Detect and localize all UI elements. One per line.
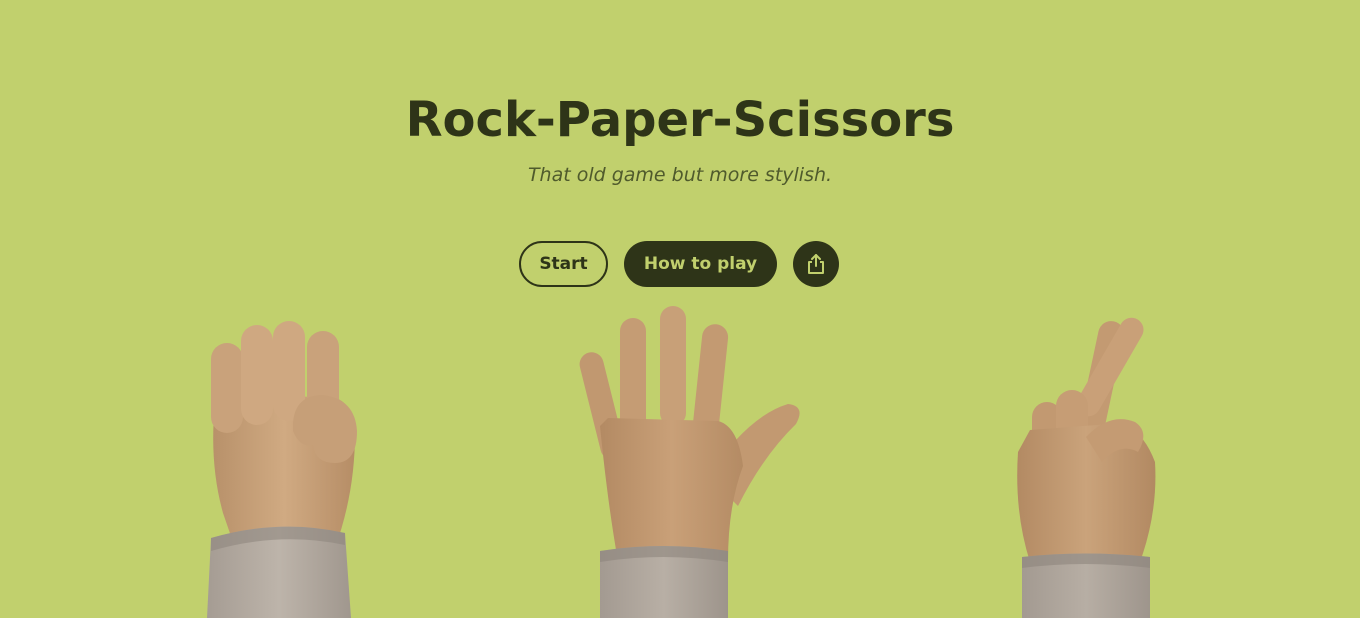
page-title: Rock-Paper-Scissors [405,92,955,148]
how-to-play-button[interactable]: How to play [624,241,777,287]
share-icon [808,254,824,274]
rock-hand [207,321,357,618]
paper-hand [579,306,800,618]
action-bar: Start How to play [519,241,839,287]
scissors-hand [1017,317,1156,618]
start-button[interactable]: Start [519,241,608,287]
share-button[interactable] [793,241,839,287]
page-subtitle: That old game but more stylish. [527,164,833,186]
